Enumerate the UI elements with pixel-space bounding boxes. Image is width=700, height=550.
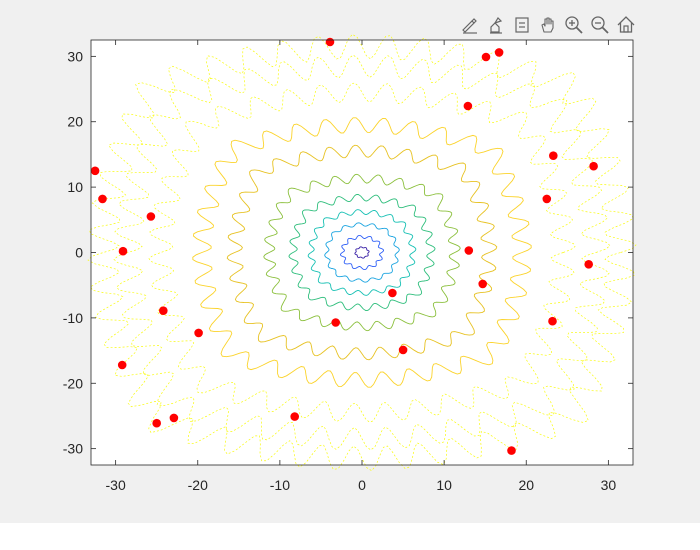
data-point <box>98 194 107 204</box>
data-point <box>325 37 335 47</box>
y-tick-label: -10 <box>63 310 83 326</box>
data-point <box>507 446 516 455</box>
data-point <box>90 166 100 176</box>
x-tick-label: 10 <box>436 477 452 493</box>
data-point <box>152 418 161 428</box>
data-point <box>584 260 593 269</box>
data-point <box>388 288 397 298</box>
data-point <box>494 48 504 57</box>
data-point <box>146 212 156 221</box>
x-tick-label: 0 <box>358 477 366 493</box>
data-point <box>169 413 179 423</box>
data-point <box>118 246 128 256</box>
data-point <box>117 360 127 370</box>
data-point <box>331 318 341 327</box>
x-tick-label: 20 <box>518 477 534 493</box>
data-point <box>548 316 557 326</box>
data-point <box>194 328 203 338</box>
y-tick-label: -30 <box>63 441 83 457</box>
plot-area <box>91 40 633 465</box>
x-tick-label: -20 <box>188 477 208 493</box>
x-tick-label: 30 <box>601 477 617 493</box>
data-point <box>589 161 598 171</box>
data-point <box>542 194 552 204</box>
x-tick-label: -10 <box>270 477 290 493</box>
figure-window: -30 -20 -10 0 10 20 30 -30 -20 -10 0 10 20 30 <box>0 0 700 523</box>
data-point <box>481 52 491 62</box>
data-point <box>290 412 300 421</box>
chart-canvas: -30 -20 -10 0 10 20 30 -30 -20 -10 0 10 20 30 <box>63 33 637 493</box>
y-tick-label: 0 <box>75 245 83 261</box>
y-tick-label: -20 <box>63 375 83 391</box>
data-point <box>478 279 488 289</box>
y-tick-label: 30 <box>67 48 83 64</box>
x-tick-label: -30 <box>106 477 126 493</box>
data-point <box>464 246 474 255</box>
data-point <box>549 151 558 160</box>
data-point <box>463 101 473 111</box>
data-point <box>159 306 168 316</box>
y-tick-label: 10 <box>67 179 83 195</box>
y-tick-label: 20 <box>67 114 83 130</box>
data-point <box>398 345 408 355</box>
